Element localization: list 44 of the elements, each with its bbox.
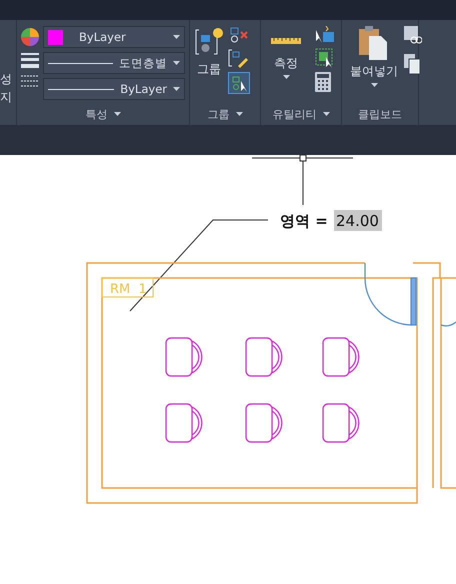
caret-icon[interactable] [370, 83, 378, 87]
paste-icon[interactable] [359, 26, 389, 60]
caret-icon[interactable] [173, 61, 180, 65]
caret-icon[interactable] [173, 35, 180, 39]
color-wheel-icon[interactable] [21, 28, 39, 46]
caret-icon[interactable] [173, 87, 180, 91]
chair-drawing [165, 403, 202, 443]
group-select-icon[interactable] [228, 72, 250, 94]
panel-title[interactable]: 특성 [86, 106, 108, 122]
copy-icon[interactable] [404, 54, 420, 74]
group-edit-icon[interactable] [228, 48, 248, 68]
paste-button[interactable]: 붙여넣기 [350, 63, 398, 80]
lineweight-icon[interactable] [21, 52, 39, 68]
button-label[interactable]: 성 [0, 70, 16, 88]
caret-icon[interactable] [322, 112, 330, 116]
button-label[interactable]: 지 [0, 88, 16, 106]
chair-drawing [322, 337, 360, 377]
dropdown-value: 도면층별 [119, 56, 167, 70]
ruler-icon[interactable] [271, 36, 301, 44]
caret-icon[interactable] [282, 75, 290, 79]
ungroup-icon[interactable] [228, 26, 248, 44]
cut-icon[interactable] [404, 26, 422, 44]
panel-title[interactable]: 그룹 [208, 106, 230, 122]
room-tag: RM 1 [102, 278, 154, 298]
property-dropdown[interactable]: ByLayer [43, 78, 185, 100]
panel-title[interactable]: 클립보드 [358, 106, 402, 122]
dropdown-value: ByLayer [120, 82, 167, 96]
quick-select-icon[interactable] [315, 26, 335, 44]
calculator-icon[interactable] [315, 72, 331, 92]
group-button[interactable]: 그룹 [197, 61, 221, 78]
area-value: 24.00 [334, 210, 382, 231]
panel-title[interactable]: 유틸리티 [272, 106, 316, 122]
chair-drawing [322, 403, 360, 443]
chair-drawing [245, 337, 282, 377]
area-label: 영역 = [280, 212, 328, 230]
select-all-icon[interactable] [315, 48, 335, 68]
caret-icon[interactable] [236, 112, 242, 116]
property-dropdown[interactable]: 도면층별 [43, 52, 185, 74]
dropdown-value: ByLayer [78, 30, 127, 44]
property-dropdown[interactable]: ByLayer [43, 26, 185, 48]
caret-icon[interactable] [114, 112, 120, 116]
chair-drawing [245, 403, 282, 443]
chair-drawing [165, 337, 202, 377]
measure-button[interactable]: 측정 [274, 55, 298, 72]
